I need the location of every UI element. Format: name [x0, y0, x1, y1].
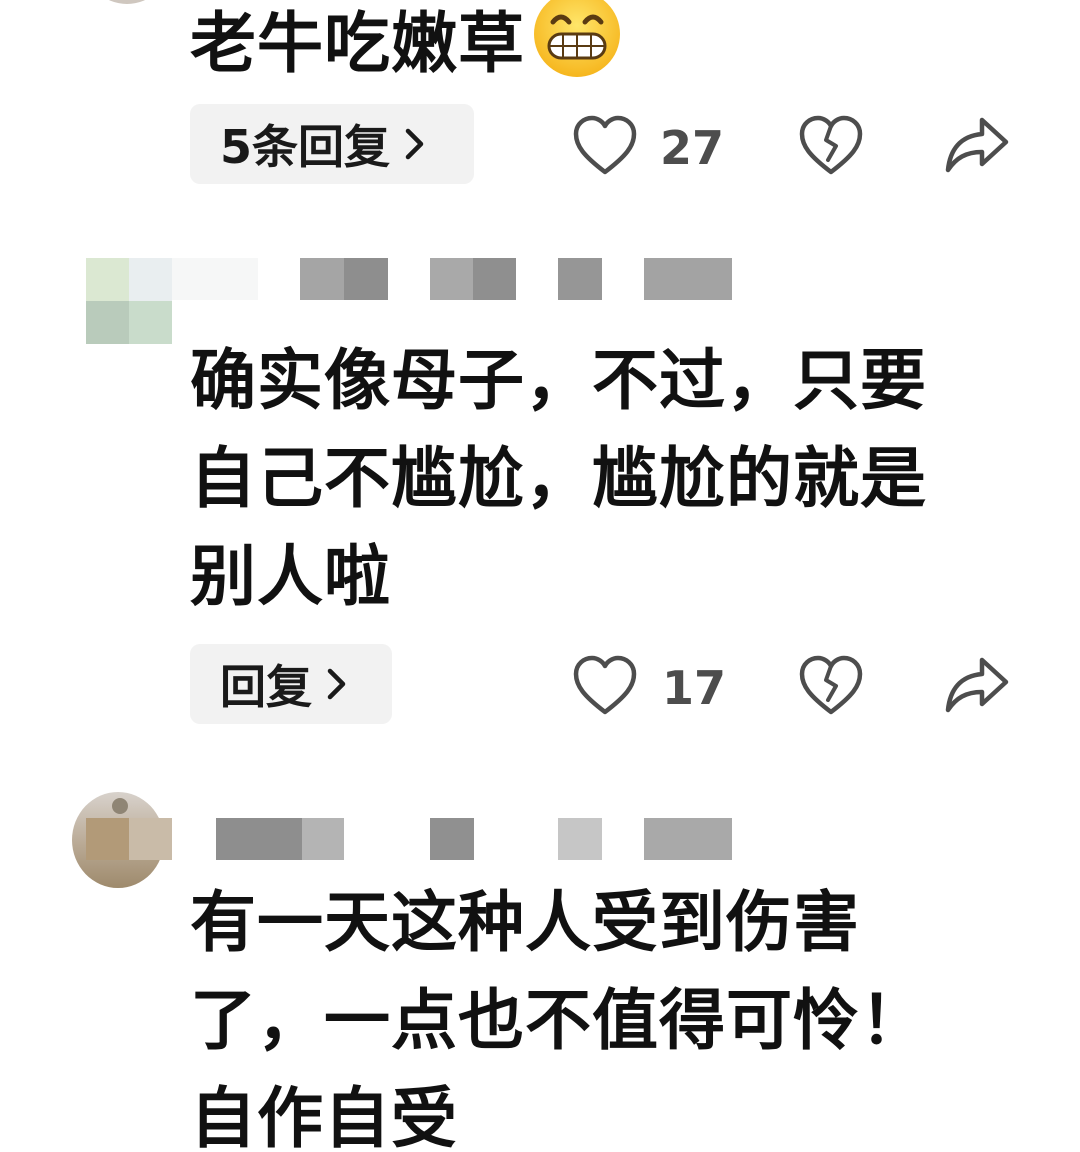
like-count: 27 — [660, 121, 725, 175]
avatar-blur — [86, 818, 172, 860]
reply-label: 5条回复 — [220, 120, 391, 174]
username-blur — [430, 818, 474, 860]
broken-heart-icon[interactable] — [798, 654, 864, 720]
comment-text: 老牛吃嫩草 — [190, 0, 990, 93]
username-blur — [430, 258, 516, 300]
chevron-right-icon — [405, 128, 424, 160]
comment-text: 确实像母子，不过，只要 自己不尴尬，尴尬的就是 别人啦 — [190, 342, 927, 615]
avatar[interactable] — [86, 258, 172, 344]
username-blur — [302, 818, 344, 860]
like-count: 17 — [662, 661, 727, 715]
broken-heart-icon[interactable] — [798, 114, 864, 180]
heart-outline-icon[interactable] — [572, 654, 638, 720]
username-blur — [172, 258, 258, 300]
heart-outline-icon[interactable] — [572, 114, 638, 180]
share-arrow-icon[interactable] — [942, 112, 1012, 178]
username-blur — [644, 818, 732, 860]
chevron-right-icon — [327, 668, 346, 700]
reply-button[interactable]: 回复 — [190, 644, 392, 724]
username-blur — [558, 258, 602, 300]
grinning-face-emoji-icon — [534, 0, 620, 77]
username-blur — [216, 818, 302, 860]
avatar[interactable] — [84, 0, 170, 4]
comment-text: 有一天这种人受到伤害 了，一点也不值得可怜！ 自作自受 — [190, 884, 927, 1152]
share-arrow-icon[interactable] — [942, 652, 1012, 718]
username-blur — [644, 258, 732, 300]
reply-label: 回复 — [220, 660, 312, 714]
username-blur — [300, 258, 388, 300]
view-replies-button[interactable]: 5条回复 — [190, 104, 474, 184]
username-blur — [558, 818, 602, 860]
